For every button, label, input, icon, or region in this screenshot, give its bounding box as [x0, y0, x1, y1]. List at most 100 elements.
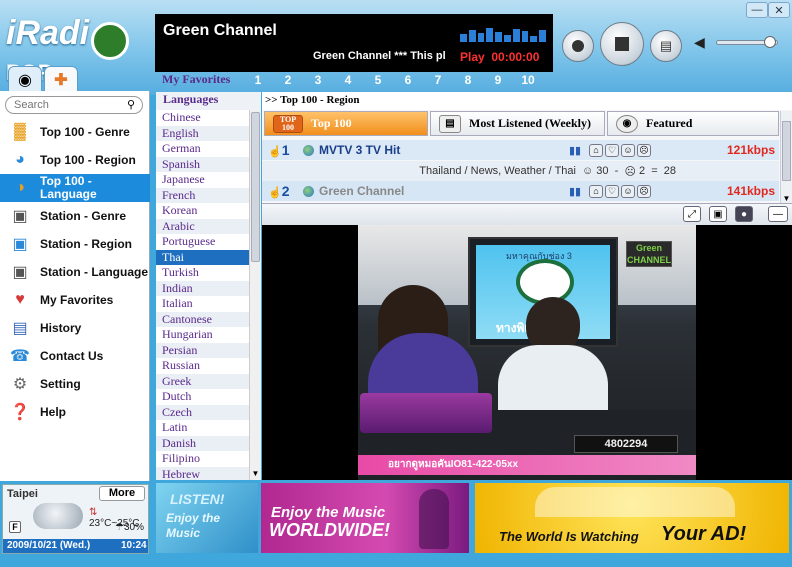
- stations-scrollbar[interactable]: ▼: [780, 111, 792, 203]
- language-item[interactable]: Russian: [156, 358, 249, 374]
- snapshot-icon: ▣: [713, 208, 723, 220]
- collapse-video-button[interactable]: —: [768, 206, 788, 222]
- home-icon[interactable]: ⌂: [589, 184, 603, 198]
- language-item[interactable]: Portuguese: [156, 234, 249, 250]
- like-icon[interactable]: ☺: [621, 143, 635, 157]
- favorite-slot-5[interactable]: 5: [364, 62, 390, 96]
- history-icon: ▤: [12, 320, 28, 337]
- language-item[interactable]: Hungarian: [156, 327, 249, 343]
- video-area[interactable]: ทางพิเศษ มหาคุณกับช่อง 3 Green CHANNEL 4…: [262, 225, 792, 480]
- program-graphic: [360, 393, 492, 433]
- language-item[interactable]: Spanish: [156, 156, 249, 172]
- language-item[interactable]: Greek: [156, 373, 249, 389]
- favorite-slot-4[interactable]: 4: [334, 62, 360, 96]
- favorite-slot-10[interactable]: 10: [514, 62, 540, 96]
- languages-scroll-thumb[interactable]: [251, 112, 260, 262]
- search-box[interactable]: ⚲: [5, 96, 143, 114]
- language-item[interactable]: Arabic: [156, 218, 249, 234]
- ad-banner-worldwide[interactable]: Enjoy the Music WORLDWIDE!: [261, 483, 469, 553]
- language-item[interactable]: Italian: [156, 296, 249, 312]
- tv-mode-tab[interactable]: ✚: [44, 66, 78, 94]
- rank-badge: ☝2: [268, 183, 290, 199]
- fullscreen-button[interactable]: ⤢: [683, 206, 701, 222]
- language-item[interactable]: Czech: [156, 404, 249, 420]
- nav-item-label: Setting: [40, 376, 81, 391]
- nav-item-history[interactable]: ▤ History: [0, 314, 150, 342]
- language-item[interactable]: Danish: [156, 435, 249, 451]
- language-item[interactable]: Thai: [156, 249, 249, 265]
- heart-icon[interactable]: ♡: [605, 143, 619, 157]
- nav-item-top-100-region[interactable]: ◕ Top 100 - Region: [0, 146, 150, 174]
- language-item[interactable]: Persian: [156, 342, 249, 358]
- tab-featured[interactable]: ◉ Featured: [607, 111, 779, 136]
- favorite-slot-9[interactable]: 9: [484, 62, 510, 96]
- schedule-button[interactable]: ▤: [650, 30, 682, 62]
- language-item[interactable]: Japanese: [156, 172, 249, 188]
- language-item[interactable]: English: [156, 125, 249, 141]
- camera-icon: ●: [740, 208, 748, 220]
- nav-item-label: Contact Us: [40, 348, 104, 363]
- ad-banner-listen[interactable]: LISTEN! Enjoy the Music: [156, 483, 258, 553]
- tab-top100[interactable]: TOP 100 Top 100: [264, 111, 428, 136]
- now-playing-ticker: Green Channel *** This pl: [313, 50, 446, 62]
- language-item[interactable]: Dutch: [156, 389, 249, 405]
- signal-icon: ▮▮: [569, 144, 582, 157]
- language-item[interactable]: Hebrew: [156, 466, 249, 480]
- channel-logo: Green CHANNEL: [626, 241, 672, 267]
- dislike-icon[interactable]: ☹: [637, 184, 651, 198]
- search-icon[interactable]: ⚲: [127, 98, 135, 111]
- favorite-slot-1[interactable]: 1: [244, 62, 270, 96]
- heart-icon[interactable]: ♡: [605, 184, 619, 198]
- dancer-silhouette-icon: [419, 489, 449, 549]
- language-item[interactable]: German: [156, 141, 249, 157]
- radio-mode-tab[interactable]: ◉: [8, 66, 42, 94]
- home-icon[interactable]: ⌂: [589, 143, 603, 157]
- language-item[interactable]: Filipino: [156, 451, 249, 467]
- phone-icon: ☎: [10, 348, 30, 365]
- station-row-2[interactable]: ☝2 Green Channel ▮▮ ⌂ ♡ ☺ ☹ 141kbps: [262, 181, 779, 201]
- video-mode-button[interactable]: ●: [735, 206, 753, 222]
- language-item[interactable]: Indian: [156, 280, 249, 296]
- minimize-icon: —: [773, 208, 783, 220]
- snapshot-button[interactable]: ▣: [709, 206, 727, 222]
- language-item[interactable]: Cantonese: [156, 311, 249, 327]
- nav-item-station-language[interactable]: ▣ Station - Language: [0, 258, 150, 286]
- search-input[interactable]: [6, 97, 116, 113]
- ad-banner-your-ad[interactable]: The World Is Watching Your AD!: [475, 483, 789, 553]
- favorite-slot-6[interactable]: 6: [394, 62, 420, 96]
- nav-item-top-100-language[interactable]: ◑ Top 100 - Language: [0, 174, 150, 202]
- nav-item-setting[interactable]: ⚙ Setting: [0, 370, 150, 398]
- scroll-down-arrow-icon[interactable]: ▼: [250, 469, 261, 480]
- volume-knob[interactable]: [764, 36, 776, 48]
- nav-item-station-genre[interactable]: ▣ Station - Genre: [0, 202, 150, 230]
- language-item[interactable]: Chinese: [156, 110, 249, 126]
- nav-item-contact-us[interactable]: ☎ Contact Us: [0, 342, 150, 370]
- hand-icon: ☝: [268, 187, 282, 199]
- favorite-slot-8[interactable]: 8: [454, 62, 480, 96]
- tab-most-listened[interactable]: ▤ Most Listened (Weekly): [430, 111, 605, 136]
- language-item[interactable]: French: [156, 187, 249, 203]
- like-icon[interactable]: ☺: [621, 184, 635, 198]
- minimize-button[interactable]: —: [746, 2, 768, 18]
- languages-scrollbar[interactable]: ▼: [249, 110, 261, 480]
- record-button[interactable]: [562, 30, 594, 62]
- stop-button[interactable]: [600, 22, 644, 66]
- nav-item-top-100-genre[interactable]: ▓ Top 100 - Genre: [0, 118, 150, 146]
- nav-item-label: Station - Genre: [40, 208, 127, 223]
- nav-item-station-region[interactable]: ▣ Station - Region: [0, 230, 150, 258]
- nav-item-help[interactable]: ❓ Help: [0, 398, 150, 426]
- language-item[interactable]: Latin: [156, 420, 249, 436]
- language-item[interactable]: Turkish: [156, 265, 249, 281]
- stop-icon: [615, 37, 629, 51]
- dislike-icon[interactable]: ☹: [637, 143, 651, 157]
- favorite-slot-7[interactable]: 7: [424, 62, 450, 96]
- favorite-slot-2[interactable]: 2: [274, 62, 300, 96]
- station-row-1[interactable]: ☝1 MVTV 3 TV Hit ▮▮ ⌂ ♡ ☺ ☹ 121kbps: [262, 140, 779, 160]
- favorite-slot-3[interactable]: 3: [304, 62, 330, 96]
- close-button[interactable]: ✕: [768, 2, 790, 18]
- stations-scroll-down-icon[interactable]: ▼: [781, 194, 792, 203]
- nav-item-my-favorites[interactable]: ♥ My Favorites: [0, 286, 150, 314]
- language-item[interactable]: Korean: [156, 203, 249, 219]
- tv-icon: ✚: [54, 72, 68, 89]
- gear-icon: ⚙: [12, 376, 28, 393]
